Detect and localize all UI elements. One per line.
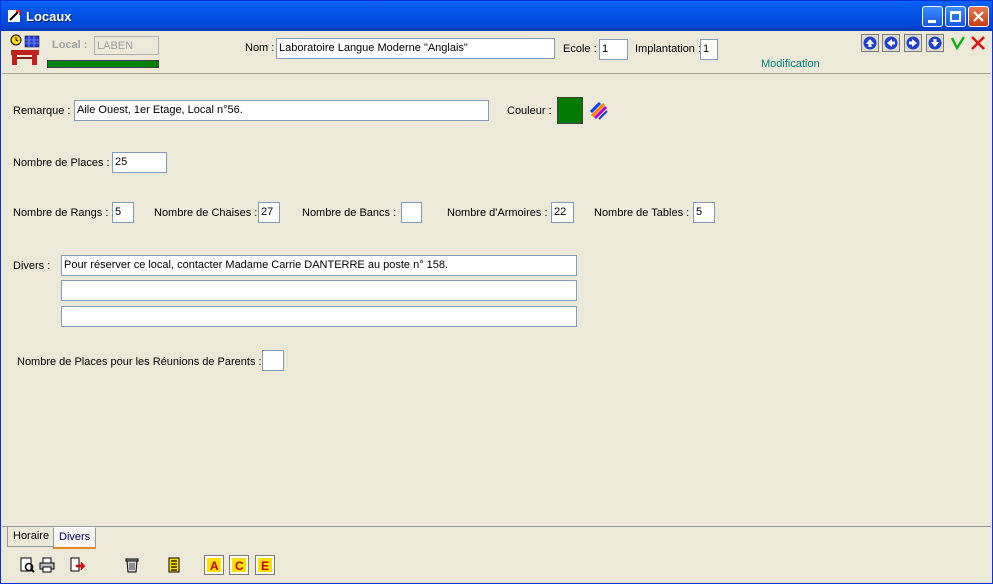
validate-button[interactable] [949, 34, 967, 52]
arrow-down-icon [928, 36, 942, 50]
reunions-label: Nombre de Places pour les Réunions de Pa… [17, 356, 262, 368]
arrow-left-icon [884, 36, 898, 50]
close-button[interactable] [968, 6, 989, 27]
color-picker-icon[interactable] [590, 102, 608, 120]
chaises-field[interactable]: 27 [258, 202, 280, 223]
ecole-field[interactable]: 1 [599, 39, 628, 60]
view-a-button[interactable]: A [204, 555, 224, 575]
cancel-button[interactable] [969, 34, 987, 52]
trash-icon [125, 558, 139, 573]
list-button[interactable] [164, 555, 184, 575]
armoires-field[interactable]: 22 [551, 202, 574, 223]
close-icon [973, 11, 984, 22]
minimize-icon [928, 20, 936, 23]
printer-icon [39, 557, 55, 573]
local-field[interactable]: LABEN [94, 36, 159, 55]
tables-label: Nombre de Tables : [594, 207, 690, 219]
window-title: Locaux [26, 9, 72, 24]
letter-a-icon: A [207, 558, 221, 573]
view-c-button[interactable]: C [229, 555, 249, 575]
last-record-button[interactable] [926, 34, 944, 52]
nom-field[interactable]: Laboratoire Langue Moderne "Anglais" [276, 38, 555, 59]
reunions-field[interactable] [262, 350, 284, 371]
divers-line-3[interactable] [61, 306, 577, 327]
arrow-up-icon [863, 36, 877, 50]
tab-horaire[interactable]: Horaire [7, 527, 56, 547]
maximize-icon [950, 11, 961, 22]
progress-bar [47, 60, 159, 68]
color-swatch[interactable] [557, 97, 583, 124]
divers-line-2[interactable] [61, 280, 577, 301]
svg-text:E: E [261, 559, 269, 573]
letter-e-icon: E [258, 558, 272, 573]
checkmark-icon [950, 36, 966, 51]
tabs-separator [2, 526, 991, 527]
maximize-button[interactable] [945, 6, 966, 27]
app-icon [8, 10, 21, 22]
cross-icon [971, 36, 985, 50]
places-label: Nombre de Places : [13, 157, 110, 169]
divers-line-1[interactable]: Pour réserver ce local, contacter Madame… [61, 255, 577, 276]
minimize-button[interactable] [922, 6, 943, 27]
couleur-label: Couleur : [507, 105, 552, 117]
header-separator [2, 73, 991, 74]
arrow-right-icon [906, 36, 920, 50]
rangs-field[interactable]: 5 [112, 202, 134, 223]
previous-record-button[interactable] [882, 34, 900, 52]
bancs-field[interactable] [401, 202, 422, 223]
ecole-label: Ecole : [563, 43, 597, 55]
tab-divers[interactable]: Divers [53, 527, 97, 549]
view-e-button[interactable]: E [255, 555, 275, 575]
chaises-label: Nombre de Chaises : [154, 207, 258, 219]
next-record-button[interactable] [904, 34, 922, 52]
print-preview-icon [20, 557, 35, 573]
svg-text:A: A [210, 559, 219, 573]
rangs-label: Nombre de Rangs : [13, 207, 109, 219]
bancs-label: Nombre de Bancs : [302, 207, 397, 219]
local-label: Local : [52, 39, 88, 51]
implantation-label: Implantation : [635, 43, 702, 55]
places-field[interactable]: 25 [112, 152, 167, 173]
preview-button[interactable] [17, 555, 37, 575]
svg-text:C: C [235, 559, 244, 573]
first-record-button[interactable] [861, 34, 879, 52]
tables-field[interactable]: 5 [693, 202, 715, 223]
letter-c-icon: C [232, 558, 246, 573]
armoires-label: Nombre d'Armoires : [447, 207, 548, 219]
divers-label: Divers : [13, 260, 51, 272]
remarque-label: Remarque : [13, 105, 71, 117]
remarque-field[interactable]: Aile Ouest, 1er Etage, Local n°56. [74, 100, 489, 121]
nom-label: Nom : [245, 42, 275, 54]
room-icon [10, 34, 40, 65]
export-button[interactable] [68, 555, 88, 575]
title-bar: Locaux [1, 1, 992, 31]
print-button[interactable] [37, 555, 57, 575]
delete-button[interactable] [122, 555, 142, 575]
export-icon [70, 557, 86, 572]
implantation-field[interactable]: 1 [700, 39, 718, 60]
list-icon [168, 557, 180, 573]
main-window: Locaux Local : LABEN Nom : Laboratoire L… [0, 0, 993, 584]
mode-status: Modification [761, 58, 820, 70]
